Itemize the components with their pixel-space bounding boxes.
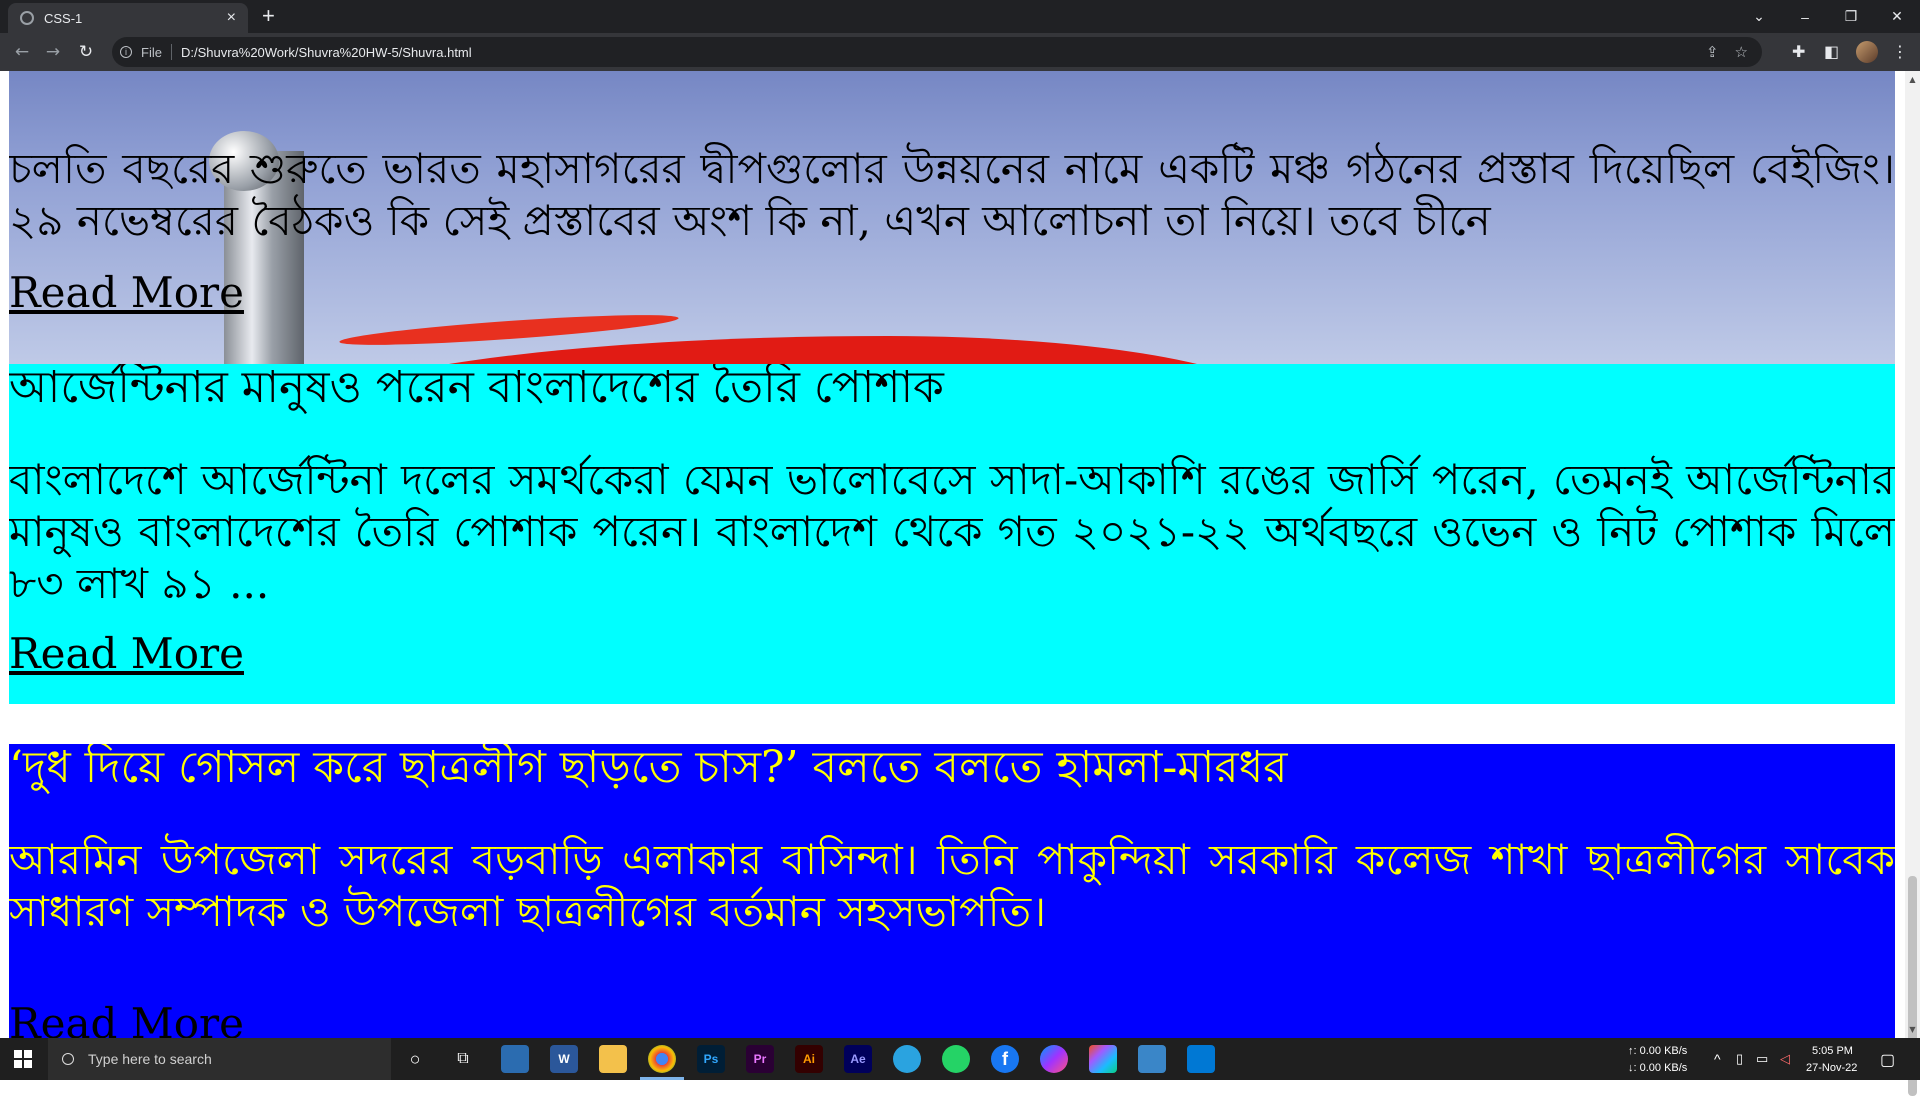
network-upload-speed: ↑: 0.00 KB/s — [1628, 1045, 1688, 1057]
figma-icon[interactable] — [1089, 1045, 1117, 1073]
media-player-icon[interactable] — [1138, 1045, 1166, 1073]
telegram-icon[interactable] — [893, 1045, 921, 1073]
news-card-title: ‘দুধ দিয়ে গোসল করে ছাত্রলীগ ছাড়তে চাস?… — [9, 744, 1288, 793]
cortana-icon[interactable]: ○ — [401, 1045, 429, 1073]
bookmark-star-icon[interactable]: ☆ — [1735, 43, 1748, 61]
restore-button[interactable]: ❐ — [1828, 0, 1874, 33]
share-icon[interactable]: ⇪ — [1706, 43, 1719, 61]
vertical-scrollbar[interactable]: ▲ ▼ — [1905, 71, 1920, 1096]
premiere-icon[interactable]: Pr — [746, 1045, 774, 1073]
search-icon — [62, 1053, 74, 1065]
minimize-button[interactable]: – — [1782, 0, 1828, 33]
scroll-down-arrow-icon[interactable]: ▼ — [1908, 1025, 1917, 1034]
taskbar-search-placeholder: Type here to search — [88, 1051, 212, 1067]
browser-tab[interactable]: CSS-1 × — [8, 3, 248, 33]
url-scheme-label: File — [141, 44, 162, 60]
kebab-menu-icon[interactable]: ⋮ — [1892, 42, 1908, 61]
close-window-button[interactable]: ✕ — [1874, 0, 1920, 33]
news-card: আর্জেন্টিনার মানুষও পরেন বাংলাদেশের তৈরি… — [9, 364, 1895, 704]
read-more-link[interactable]: Read More — [9, 1000, 244, 1039]
profile-avatar[interactable] — [1856, 41, 1878, 63]
reload-icon[interactable]: ↻ — [74, 40, 98, 64]
news-card: চলতি বছরের শুরুতে ভারত মহাসাগরের দ্বীপগু… — [9, 71, 1895, 394]
vscode-icon[interactable] — [1187, 1045, 1215, 1073]
news-card: ‘দুধ দিয়ে গোসল করে ছাত্রলীগ ছাড়তে চাস?… — [9, 744, 1895, 1038]
globe-icon — [20, 11, 34, 25]
news-card-body: বাংলাদেশে আর্জেন্টিনা দলের সমর্থকেরা যেম… — [9, 455, 1895, 608]
tray-device-icon[interactable]: ▯ — [1736, 1051, 1743, 1067]
url-text[interactable]: D:/Shuvra%20Work/Shuvra%20HW-5/Shuvra.ht… — [181, 45, 472, 60]
network-icon[interactable]: ▭ — [1756, 1051, 1768, 1067]
whatsapp-icon[interactable] — [942, 1045, 970, 1073]
tab-close-icon[interactable]: × — [227, 9, 236, 27]
info-icon[interactable]: i — [120, 46, 132, 58]
illustrator-icon[interactable]: Ai — [795, 1045, 823, 1073]
address-bar[interactable]: i File D:/Shuvra%20Work/Shuvra%20HW-5/Sh… — [112, 37, 1762, 67]
chrome-icon[interactable] — [648, 1045, 676, 1073]
notification-icon[interactable]: ▢ — [1880, 1050, 1895, 1070]
page-viewport: চলতি বছরের শুরুতে ভারত মহাসাগরের দ্বীপগু… — [0, 71, 1905, 1038]
task-view-icon[interactable]: ⧉ — [449, 1045, 477, 1073]
scroll-up-arrow-icon[interactable]: ▲ — [1908, 75, 1917, 84]
file-explorer-icon[interactable] — [599, 1045, 627, 1073]
news-card-body: আরমিন উপজেলা সদরের বড়বাড়ি এলাকার বাসিন… — [9, 835, 1895, 936]
taskbar-search-box[interactable]: Type here to search — [48, 1038, 391, 1080]
network-download-speed: ↓: 0.00 KB/s — [1628, 1062, 1688, 1074]
clock-time[interactable]: 5:05 PM — [1812, 1045, 1853, 1057]
tray-overflow-icon[interactable]: ^ — [1714, 1051, 1721, 1067]
back-arrow-icon[interactable]: ← — [10, 40, 34, 64]
file-manager-icon[interactable] — [501, 1045, 529, 1073]
tab-strip: CSS-1 × + ⌄ – ❐ ✕ — [0, 0, 1920, 33]
after-effects-icon[interactable]: Ae — [844, 1045, 872, 1073]
windows-start-icon[interactable] — [14, 1050, 32, 1068]
news-card-body: চলতি বছরের শুরুতে ভারত মহাসাগরের দ্বীপগু… — [9, 144, 1895, 245]
tab-search-icon[interactable]: ⌄ — [1736, 0, 1782, 33]
new-tab-button[interactable]: + — [262, 3, 275, 29]
extensions-puzzle-icon[interactable]: ✚ — [1792, 42, 1805, 61]
read-more-link[interactable]: Read More — [9, 630, 244, 678]
side-panel-icon[interactable]: ◧ — [1824, 42, 1839, 61]
news-card-title: আর্জেন্টিনার মানুষও পরেন বাংলাদেশের তৈরি… — [9, 364, 944, 413]
volume-muted-icon[interactable]: ◁ — [1780, 1051, 1790, 1067]
word-icon[interactable]: W — [550, 1045, 578, 1073]
forward-arrow-icon[interactable]: → — [41, 40, 65, 64]
omnibox-divider — [170, 44, 172, 60]
messenger-icon[interactable] — [1040, 1045, 1068, 1073]
browser-toolbar: ← → ↻ i File D:/Shuvra%20Work/Shuvra%20H… — [0, 33, 1920, 71]
facebook-icon[interactable]: f — [991, 1045, 1019, 1073]
read-more-link[interactable]: Read More — [9, 269, 244, 317]
photoshop-icon[interactable]: Ps — [697, 1045, 725, 1073]
clock-date[interactable]: 27-Nov-22 — [1806, 1062, 1857, 1074]
tab-title: CSS-1 — [44, 10, 83, 26]
